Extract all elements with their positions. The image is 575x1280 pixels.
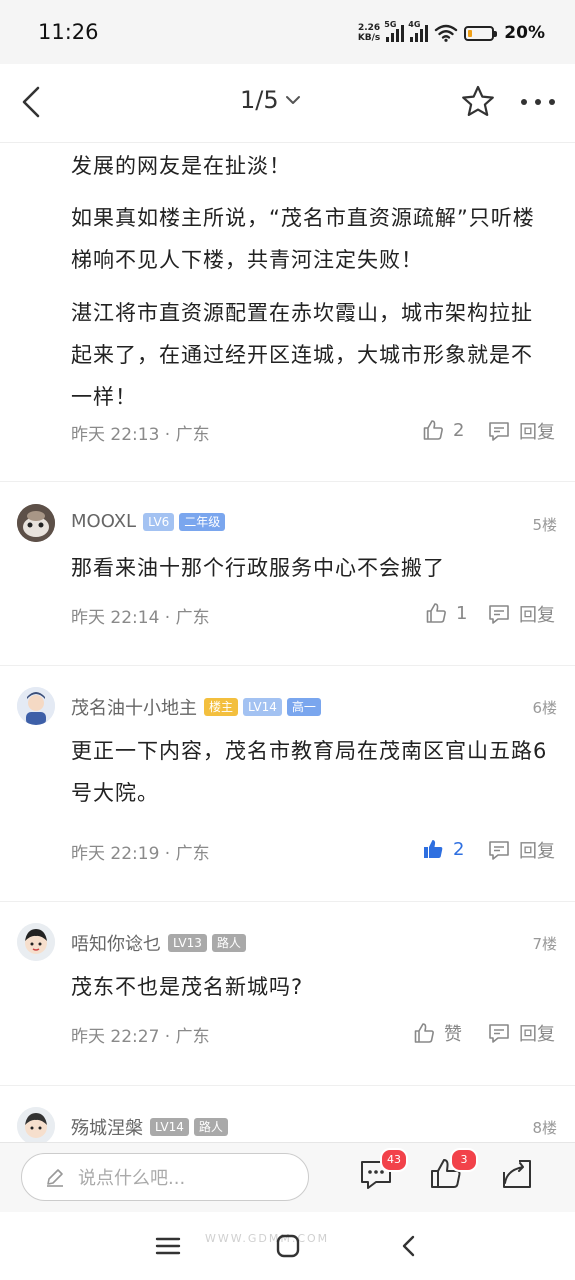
watermark: WWW.GDMM.COM — [205, 1232, 330, 1245]
floor-number: 8楼 — [532, 1119, 557, 1137]
page-selector[interactable]: 1/5 — [240, 86, 303, 114]
comment-content: 茂东不也是茂名新城吗? — [71, 975, 304, 999]
grade-badge: 路人 — [193, 1118, 228, 1136]
thumbs-up-icon — [423, 420, 443, 440]
avatar[interactable] — [17, 923, 55, 961]
comment-header: 殇城涅槃 LV14 路人 — [71, 1114, 228, 1140]
grade-badge: 高一 — [286, 698, 321, 716]
grade-badge: 二年级 — [179, 512, 226, 531]
comments-button[interactable]: 43 — [358, 1148, 408, 1196]
back-nav-icon[interactable] — [392, 1230, 428, 1262]
comment-content: 那看来油十那个行政服务中心不会搬了 — [71, 556, 445, 580]
comment-count-badge: 43 — [380, 1148, 408, 1172]
comment-header: 唔知你谂乜 LV13 路人 — [71, 930, 246, 956]
comment-icon — [489, 841, 509, 860]
reply-button[interactable]: 回复 — [487, 837, 555, 863]
page-indicator: 1/5 — [240, 86, 279, 114]
comment-icon — [489, 422, 509, 441]
network-speed: 2.26 KB/s — [357, 23, 381, 43]
comment-time-location: 昨天 22:27 · 广东 — [71, 1027, 210, 1047]
avatar-image — [17, 504, 55, 542]
like-count-badge: 3 — [450, 1148, 478, 1172]
like-button[interactable]: 2 — [421, 418, 464, 442]
divider — [0, 901, 575, 902]
status-icons: 2.26 KB/s 5G 4G 20% — [358, 20, 545, 46]
reply-button[interactable]: 回复 — [487, 1020, 555, 1046]
comment-content: 更正一下内容，茂名市教育局在茂南区官山五路6号大院。 — [71, 739, 548, 805]
status-time: 11:26 — [38, 20, 99, 44]
menu-icon[interactable] — [150, 1230, 186, 1262]
chevron-down-icon — [285, 96, 300, 104]
share-icon — [503, 1160, 531, 1188]
divider — [0, 1085, 575, 1086]
avatar-image — [17, 923, 55, 961]
battery-icon — [464, 25, 498, 41]
level-badge: LV14 — [243, 698, 282, 716]
avatar[interactable] — [17, 504, 55, 542]
thumbs-up-icon — [426, 603, 446, 623]
back-icon[interactable] — [12, 80, 52, 124]
home-icon[interactable] — [270, 1230, 306, 1262]
op-badge: 楼主 — [204, 698, 239, 716]
avatar[interactable] — [17, 1107, 55, 1142]
favorite-star-icon[interactable] — [460, 84, 496, 120]
status-bar: 11:26 2.26 KB/s 5G 4G 20% — [0, 0, 575, 64]
comment-icon — [489, 1024, 509, 1043]
nav-bar: 1/5 — [0, 64, 575, 143]
username[interactable]: 茂名油十小地主 — [71, 694, 197, 720]
bottom-action-bar: 说点什么吧... 43 3 — [0, 1142, 575, 1213]
comment-time-location: 昨天 22:19 · 广东 — [71, 844, 210, 864]
post-time-location: 昨天 22:13 · 广东 — [71, 425, 210, 445]
system-navigation-bar: WWW.GDMM.COM — [0, 1212, 575, 1280]
pencil-icon — [47, 1169, 63, 1187]
like-button[interactable]: 2 — [421, 837, 464, 861]
more-options-icon[interactable] — [515, 84, 561, 120]
avatar-image — [17, 1107, 55, 1142]
level-badge: LV13 — [168, 934, 207, 952]
reply-button[interactable]: 回复 — [487, 601, 555, 627]
comment-header: 茂名油十小地主 楼主 LV14 高一 — [71, 694, 321, 720]
level-badge: LV6 — [143, 512, 175, 531]
reply-button[interactable]: 回复 — [487, 418, 555, 444]
signal-5g-icon: 5G — [384, 20, 405, 42]
divider — [0, 665, 575, 666]
avatar-image — [17, 687, 55, 725]
thread-content: 发展的网友是在扯淡！ 如果真如楼主所说，“茂名市直资源疏解”只听楼梯响不见人下楼… — [0, 142, 575, 1142]
post-paragraph: 如果真如楼主所说，“茂名市直资源疏解”只听楼梯响不见人下楼，共青河注定失败！ — [71, 206, 535, 272]
level-badge: LV14 — [150, 1118, 189, 1136]
comment-input[interactable]: 说点什么吧... — [21, 1153, 309, 1201]
floor-number: 7楼 — [532, 935, 557, 953]
comment-icon — [489, 605, 509, 624]
share-button[interactable] — [499, 1156, 539, 1196]
username[interactable]: MOOXL — [71, 511, 136, 532]
like-button[interactable]: 赞 — [412, 1020, 462, 1046]
post-paragraph: 发展的网友是在扯淡！ — [71, 154, 291, 178]
battery-percent: 20% — [504, 23, 545, 43]
post-paragraph: 湛江将市直资源配置在赤坎霞山，城市架构拉扯起来了，在通过经开区连城，大城市形象就… — [71, 301, 533, 409]
username[interactable]: 唔知你谂乜 — [71, 930, 161, 956]
thumbs-up-icon — [414, 1023, 434, 1043]
floor-number: 6楼 — [532, 699, 557, 717]
signal-4g-icon: 4G — [408, 20, 429, 42]
floor-number: 5楼 — [532, 516, 557, 534]
like-button[interactable]: 1 — [424, 601, 467, 625]
like-thread-button[interactable]: 3 — [428, 1148, 478, 1196]
comment-time-location: 昨天 22:14 · 广东 — [71, 608, 210, 628]
avatar[interactable] — [17, 687, 55, 725]
grade-badge: 路人 — [211, 934, 246, 952]
wifi-icon — [435, 24, 458, 42]
thumbs-up-filled-icon — [424, 840, 443, 858]
divider — [0, 481, 575, 482]
comment-header: MOOXL LV6 二年级 — [71, 511, 226, 532]
username[interactable]: 殇城涅槃 — [71, 1114, 143, 1140]
comment-input-placeholder: 说点什么吧... — [78, 1168, 186, 1189]
